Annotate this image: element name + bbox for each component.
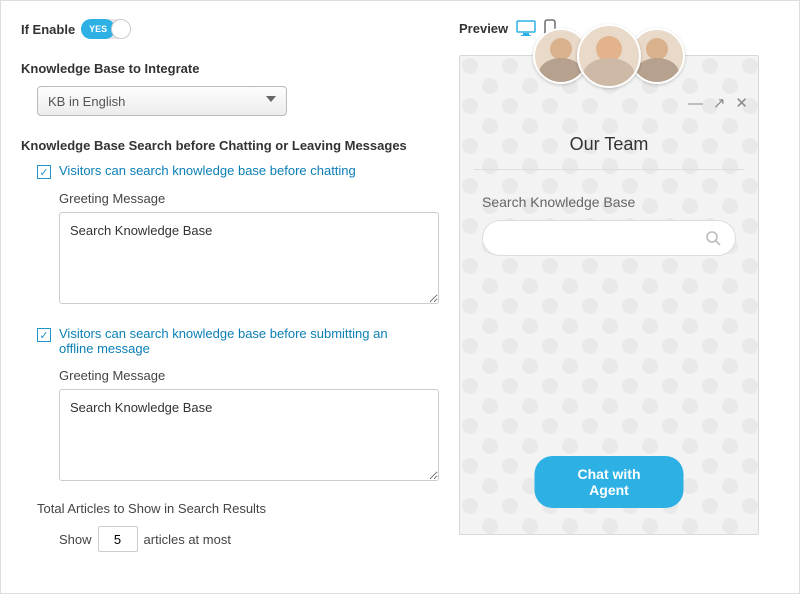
chat-widget-preview: — ↗ ✕ Our Team Search Knowledge Base Cha… [459,55,759,535]
show-prefix: Show [59,532,92,547]
widget-title: Our Team [460,134,758,169]
show-count-input[interactable] [98,526,138,552]
minimize-icon[interactable]: — [688,96,703,111]
avatar [577,24,641,88]
team-avatars [533,28,685,92]
toggle-yes-text: YES [81,19,115,39]
chevron-down-icon [266,96,276,102]
popout-icon[interactable]: ↗ [713,96,726,111]
toggle-knob [111,19,131,39]
greeting-label-2: Greeting Message [59,368,451,383]
offline-search-checkbox-label[interactable]: Visitors can search knowledge base befor… [59,326,419,356]
preview-label: Preview [459,21,508,36]
kb-select[interactable]: KB in English [37,86,287,116]
close-icon[interactable]: ✕ [735,96,748,111]
widget-kb-search-input[interactable] [482,220,736,256]
kb-integrate-title: Knowledge Base to Integrate [21,61,451,76]
widget-kb-label: Search Knowledge Base [482,194,736,210]
total-articles-label: Total Articles to Show in Search Results [37,501,451,516]
greeting-textarea-2[interactable] [59,389,439,481]
search-icon [705,230,721,249]
greeting-textarea-1[interactable] [59,212,439,304]
chat-search-checkbox[interactable]: ✓ [37,165,51,179]
kb-select-value: KB in English [48,94,125,109]
enable-toggle[interactable]: YES [81,19,131,39]
kb-search-title: Knowledge Base Search before Chatting or… [21,138,451,153]
if-enable-label: If Enable [21,22,75,37]
greeting-label-1: Greeting Message [59,191,451,206]
show-suffix: articles at most [144,532,231,547]
offline-search-checkbox[interactable]: ✓ [37,328,51,342]
divider [474,169,744,170]
chat-with-agent-button[interactable]: Chat with Agent [535,456,684,508]
chat-search-checkbox-label[interactable]: Visitors can search knowledge base befor… [59,163,356,178]
